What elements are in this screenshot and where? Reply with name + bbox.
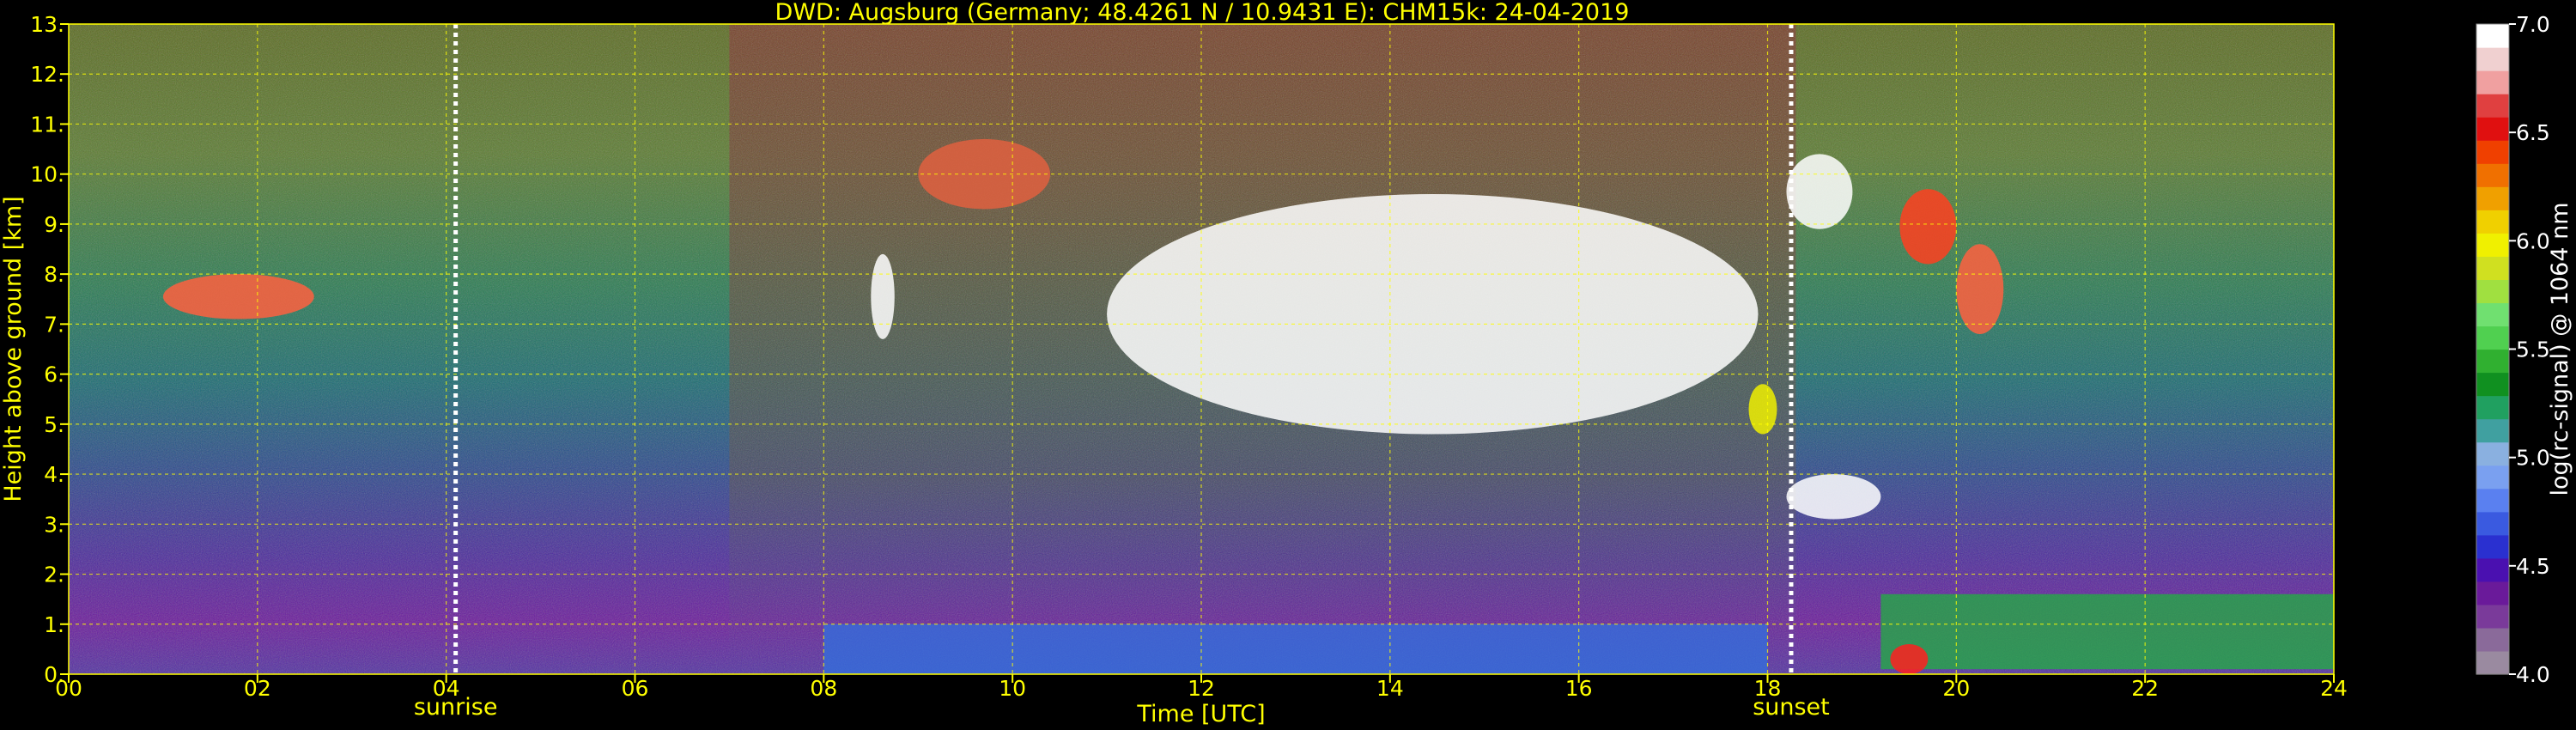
colorbar-segment: [2476, 70, 2509, 94]
x-tick-label: 06: [622, 676, 649, 701]
event-label-sunset: sunset: [1753, 694, 1830, 721]
colorbar: [2476, 23, 2510, 675]
cloud-feature-5: [1786, 154, 1853, 229]
y-tick-label: 5.: [44, 412, 64, 437]
colorbar-segment: [2476, 279, 2509, 304]
colorbar-segment: [2476, 325, 2509, 350]
colorbar-segment: [2476, 627, 2509, 652]
colorbar-segment: [2476, 511, 2509, 536]
x-tick-label: 00: [55, 676, 82, 701]
colorbar-segment: [2476, 441, 2509, 466]
chart-title: DWD: Augsburg (Germany; 48.4261 N / 10.9…: [775, 0, 1630, 26]
x-tick-label: 24: [2320, 676, 2348, 701]
colorbar-segment: [2476, 47, 2509, 71]
y-tick-label: 7.: [44, 312, 64, 337]
y-tick-label: 3.: [44, 512, 64, 537]
y-axis-ticks: 0.1.2.3.4.5.6.7.8.9.10.11.12.13.: [30, 12, 69, 687]
cloud-feature-6: [1899, 189, 1957, 265]
lidar-chart: DWD: Augsburg (Germany; 48.4261 N / 10.9…: [0, 0, 2573, 727]
colorbar-tick-label: 4.5: [2516, 554, 2550, 579]
colorbar-segment: [2476, 604, 2509, 629]
x-tick-label: 16: [1565, 676, 1593, 701]
y-tick-label: 11.: [30, 112, 64, 137]
colorbar-segment: [2476, 163, 2509, 187]
colorbar-label: log(rc-signal) @ 1064 nm: [2547, 202, 2573, 496]
cloud-feature-11: [1890, 644, 1929, 674]
y-tick-label: 12.: [30, 62, 64, 87]
colorbar-segment: [2476, 534, 2509, 559]
colorbar-tick-label: 7.0: [2516, 12, 2550, 37]
x-tick-label: 20: [1942, 676, 1970, 701]
aerosol-layer-10: [823, 624, 1768, 674]
colorbar-tick-label: 6.5: [2516, 120, 2550, 145]
y-tick-label: 9.: [44, 212, 64, 237]
y-tick-label: 4.: [44, 462, 64, 487]
colorbar-tick-label: 6.0: [2516, 228, 2550, 253]
x-tick-label: 12: [1188, 676, 1215, 701]
colorbar-segment: [2476, 117, 2509, 141]
y-tick-label: 2.: [44, 563, 64, 587]
cloud-feature-7: [1956, 244, 2004, 335]
colorbar-segment: [2476, 140, 2509, 164]
y-tick-label: 8.: [44, 262, 64, 287]
cloud-feature-2: [871, 253, 895, 339]
colorbar-tick-label: 4.0: [2516, 662, 2550, 687]
y-axis-label: Height above ground [km]: [0, 196, 27, 502]
y-tick-label: 1.: [44, 612, 64, 637]
x-tick-label: 22: [2131, 676, 2159, 701]
cloud-feature-3: [1107, 193, 1759, 435]
colorbar-segment: [2476, 581, 2509, 605]
colorbar-segment: [2476, 210, 2509, 234]
y-tick-label: 13.: [30, 12, 64, 37]
colorbar-segment: [2476, 650, 2509, 675]
event-label-sunrise: sunrise: [414, 694, 498, 721]
x-axis-ticks: 00 02 04 06 08 10 12 14 16 18 20 22 24: [55, 674, 2348, 701]
colorbar-segment: [2476, 94, 2509, 118]
x-axis-label: Time [UTC]: [1136, 701, 1265, 727]
colorbar-segment: [2476, 557, 2509, 582]
colorbar-segment: [2476, 418, 2509, 443]
colorbar-segment: [2476, 256, 2509, 280]
colorbar-segment: [2476, 349, 2509, 374]
colorbar-segment: [2476, 302, 2509, 327]
y-tick-label: 10.: [30, 162, 64, 187]
x-tick-label: 14: [1376, 676, 1404, 701]
cloud-feature-8: [1786, 474, 1881, 520]
x-tick-label: 08: [810, 676, 837, 701]
plot-area: [69, 24, 2334, 674]
colorbar-ticks: 4.0 4.5 5.0 5.5 6.0 6.5 7.0: [2509, 12, 2550, 687]
x-tick-label: 10: [999, 676, 1026, 701]
colorbar-segment: [2476, 24, 2509, 48]
cloud-feature-4: [1748, 384, 1777, 435]
colorbar-segment: [2476, 488, 2509, 513]
aerosol-layer-9: [1880, 593, 2334, 670]
x-tick-label: 02: [244, 676, 271, 701]
colorbar-tick-label: 5.0: [2516, 446, 2550, 471]
colorbar-segment: [2476, 233, 2509, 257]
colorbar-segment: [2476, 395, 2509, 420]
colorbar-segment: [2476, 465, 2509, 490]
cloud-feature-0: [162, 274, 314, 319]
y-tick-label: 6.: [44, 362, 64, 387]
colorbar-tick-label: 5.5: [2516, 338, 2550, 362]
colorbar-segment: [2476, 372, 2509, 397]
colorbar-segment: [2476, 186, 2509, 210]
